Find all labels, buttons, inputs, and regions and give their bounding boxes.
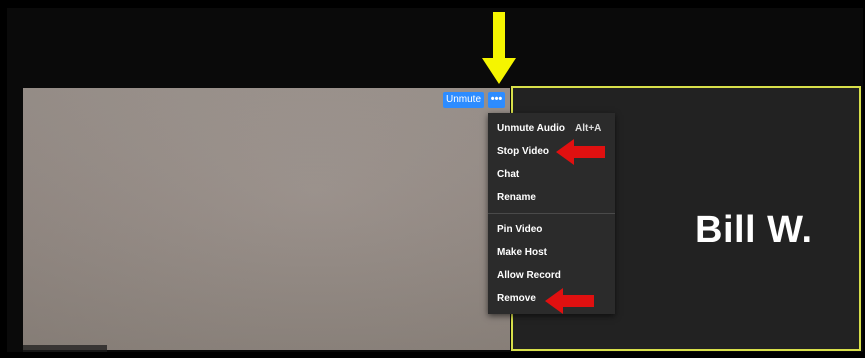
more-options-button[interactable]: •••	[488, 92, 505, 108]
unmute-button[interactable]: Unmute	[443, 92, 484, 108]
menu-item-remove[interactable]: Remove	[497, 293, 536, 304]
red-left-arrow-icon	[545, 288, 594, 314]
participant-name-strip	[23, 345, 107, 352]
menu-item-rename[interactable]: Rename	[497, 192, 536, 203]
video-tile-self[interactable]	[23, 88, 510, 350]
menu-item-allow-record[interactable]: Allow Record	[497, 270, 561, 281]
menu-item-pin-video[interactable]: Pin Video	[497, 224, 542, 235]
red-left-arrow-icon	[556, 139, 605, 165]
menu-item-unmute-audio[interactable]: Unmute Audio	[497, 123, 565, 134]
yellow-down-arrow-icon	[482, 12, 516, 84]
menu-item-stop-video[interactable]: Stop Video	[497, 146, 549, 157]
menu-shortcut-alt-a: Alt+A	[575, 123, 602, 134]
menu-item-chat[interactable]: Chat	[497, 169, 519, 180]
menu-item-make-host[interactable]: Make Host	[497, 247, 547, 258]
menu-divider	[488, 213, 615, 214]
participant-name: Bill W.	[695, 209, 813, 251]
